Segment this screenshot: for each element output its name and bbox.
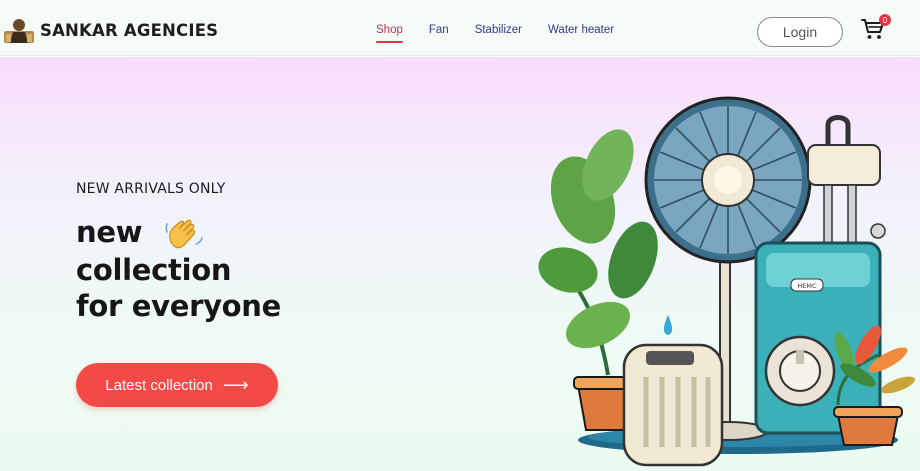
heater-label: HEMC — [797, 282, 817, 290]
room-heater-icon — [622, 343, 724, 467]
nav-item-fan[interactable]: Fan — [429, 24, 449, 36]
hero-eyebrow: NEW ARRIVALS ONLY — [76, 181, 226, 197]
main-nav: Shop Fan Stabilizer Water heater — [376, 24, 640, 43]
nav-item-water-heater[interactable]: Water heater — [548, 24, 614, 36]
cart-count-badge: 0 — [879, 14, 891, 26]
hero-headline: new collection for everyone — [76, 214, 281, 324]
products-illustration: HEMC — [538, 96, 916, 467]
login-button[interactable]: Login — [757, 17, 843, 47]
cart-button[interactable]: 0 — [861, 14, 891, 43]
nav-item-shop[interactable]: Shop — [376, 24, 403, 43]
headline-line-2: collection — [76, 253, 232, 287]
nav-item-stabilizer[interactable]: Stabilizer — [475, 24, 522, 36]
brand[interactable]: SANKAR AGENCIES — [4, 17, 218, 43]
person-logo-icon — [4, 19, 34, 43]
plant-right-icon — [833, 325, 916, 446]
navbar: SANKAR AGENCIES Shop Fan Stabilizer Wate… — [0, 0, 920, 56]
latest-collection-button[interactable]: Latest collection ⟶ — [76, 363, 278, 407]
hero-section: NEW ARRIVALS ONLY new collection for eve… — [0, 57, 920, 471]
arrow-right-icon: ⟶ — [222, 374, 249, 395]
headline-line-3: for everyone — [76, 289, 282, 323]
brand-name: SANKAR AGENCIES — [40, 20, 219, 40]
cta-label: Latest collection — [105, 376, 213, 394]
waving-hand-icon — [165, 219, 203, 249]
headline-line-1: new — [76, 215, 143, 249]
